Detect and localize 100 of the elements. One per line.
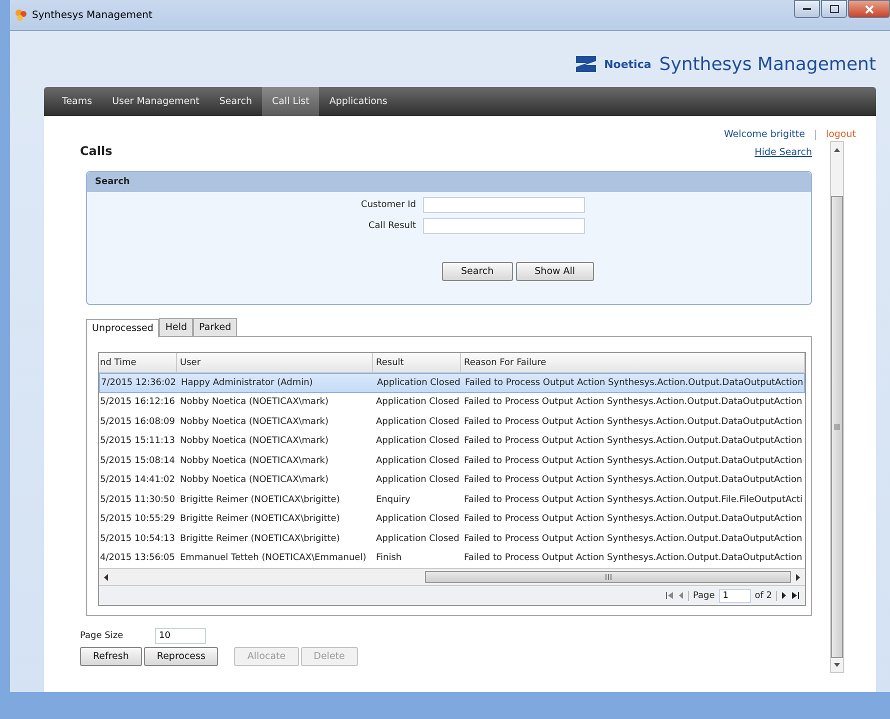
field-label: Customer Id bbox=[361, 200, 416, 210]
window-title: Synthesys Management bbox=[32, 10, 152, 20]
next-page-icon[interactable] bbox=[781, 592, 787, 599]
table-row[interactable]: 5/2015 10:54:13 Brigitte Reimer (NOETICAX\brigitte) Application Closed Failed to Process Output Action Synthesys.Action.Output.DataOutputAction bbox=[99, 529, 805, 548]
table-cell-text: Brigitte Reimer (NOETICAX\brigitte) bbox=[179, 532, 341, 546]
nav-tab[interactable]: Search bbox=[209, 87, 262, 116]
table-cell-text: 5/2015 11:30:50 bbox=[99, 494, 176, 507]
table-row[interactable]: 5/2015 10:55:29 Brigitte Reimer (NOETICAX\brigitte) Application Closed Failed to Process Output Action Synthesys.Action.Output.DataOutputAction bbox=[99, 510, 805, 529]
table-row[interactable]: 5/2015 14:41:02 Nobby Noetica (NOETICAX\mark) Application Closed Failed to Process Output Action Synthesys.Action.Output.DataOutputAction bbox=[99, 470, 805, 490]
minimize-icon bbox=[803, 8, 811, 10]
table-cell-text: Application Closed bbox=[375, 474, 460, 488]
first-page-icon[interactable] bbox=[666, 592, 674, 599]
table-row[interactable]: 5/2015 16:08:09 Nobby Noetica (NOETICAX\mark) Application Closed Failed to Process Output Action Synthesys.Action.Output.DataOutputAction bbox=[99, 412, 805, 432]
table-cell-text: Failed to Process Output Action Synthesys.Action.Output.DataOutputAction bbox=[463, 513, 804, 526]
table-cell-text: Failed to Process Output Action Synthesys.Action.Output.DataOutputAction bbox=[463, 454, 804, 468]
table-cell-text: Failed to Process Output Action Synthesys.Action.Output.DataOutputAction bbox=[463, 532, 804, 546]
table-cell-text: Application Closed bbox=[375, 396, 460, 410]
table-row[interactable]: 5/2015 15:11:13 Nobby Noetica (NOETICAX\mark) Application Closed Failed to Process Output Action Synthesys.Action.Output.DataOutputAction bbox=[99, 432, 805, 451]
nav-tab[interactable]: Teams bbox=[52, 87, 102, 116]
previous-page-icon[interactable] bbox=[678, 592, 684, 599]
welcome-text: Welcome brigitte bbox=[724, 129, 805, 140]
table-cell-text: 5/2015 16:12:16 bbox=[99, 396, 176, 410]
search-button[interactable]: Search bbox=[442, 262, 513, 281]
table-row[interactable]: 7/2015 12:36:02 Happy Administrator (Admin) Application Closed Failed to Process Output Action Synthesys.Action.Output.DataOutputAction bbox=[99, 373, 805, 392]
scroll-right-icon[interactable] bbox=[795, 574, 802, 580]
maximize-button[interactable] bbox=[821, 0, 847, 18]
scroll-left-icon[interactable] bbox=[102, 574, 109, 580]
table-cell-text: Emmanuel Tetteh (NOETICAX\Emmanuel) bbox=[179, 552, 368, 566]
table-cell-text: Failed to Process Output Action Synthesys.Action.Output.DataOutputAction bbox=[463, 474, 804, 488]
close-button[interactable] bbox=[848, 0, 890, 18]
scrollbar-thumb[interactable] bbox=[424, 571, 792, 583]
nav-tab[interactable]: Applications bbox=[319, 87, 398, 116]
table-cell-text: Failed to Process Output Action Synthesys.Action.Output.File.FileOutputActi bbox=[463, 494, 804, 507]
tab[interactable]: Unprocessed bbox=[86, 319, 160, 337]
field-label: Call Result bbox=[368, 221, 416, 231]
table-cell-text: Application Closed bbox=[376, 376, 462, 390]
table-cell-text: Nobby Noetica (NOETICAX\mark) bbox=[179, 435, 330, 448]
tab[interactable]: Parked bbox=[193, 318, 238, 336]
tab[interactable]: Held bbox=[159, 318, 194, 336]
nav-tab[interactable]: User Management bbox=[102, 87, 210, 116]
table-cell-text: Nobby Noetica (NOETICAX\mark) bbox=[179, 454, 330, 468]
table-cell-text: Finish bbox=[375, 552, 403, 566]
table-cell-text: 5/2015 16:08:09 bbox=[99, 416, 176, 429]
table-cell-text: Nobby Noetica (NOETICAX\mark) bbox=[179, 474, 330, 488]
table-cell-text: Failed to Process Output Action Synthesys.Action.Output.DataOutputAction bbox=[463, 435, 804, 448]
page-input[interactable]: 1 bbox=[718, 588, 751, 602]
table-row[interactable]: 4/2015 13:56:05 Emmanuel Tetteh (NOETICAX\Emmanuel) Finish Failed to Process Output Action Synthesys.Action.Output.DataOutputAction bbox=[99, 548, 805, 568]
input-field[interactable] bbox=[423, 197, 585, 213]
table-cell-text: Brigitte Reimer (NOETICAX\brigitte) bbox=[179, 513, 341, 526]
table-cell-text: Failed to Process Output Action Synthesys.Action.Output.DataOutputAction bbox=[463, 552, 804, 566]
app-title: Synthesys Management bbox=[659, 54, 876, 74]
nav-tab[interactable]: Call List bbox=[262, 87, 320, 116]
table-cell-text: 5/2015 15:08:14 bbox=[99, 454, 176, 468]
scroll-down-icon[interactable] bbox=[834, 661, 840, 669]
input-field[interactable] bbox=[423, 218, 585, 234]
table-cell-text: Application Closed bbox=[375, 435, 460, 448]
table-cell-text: 5/2015 10:54:13 bbox=[99, 532, 176, 546]
table-cell-text: Failed to Process Output Action Synthesys.Action.Output.DataOutputAction bbox=[463, 416, 804, 429]
minimize-button[interactable] bbox=[794, 0, 820, 18]
page-count: of 2 bbox=[754, 590, 777, 600]
table-cell-text: Application Closed bbox=[375, 513, 460, 526]
column-header[interactable]: User bbox=[177, 353, 373, 372]
table-row[interactable]: 5/2015 11:30:50 Brigitte Reimer (NOETICAX\brigitte) Enquiry Failed to Process Output Action Synthesys.Action.Output.File.FileOutputActi bbox=[99, 490, 805, 510]
table-cell-text: Application Closed bbox=[375, 416, 460, 429]
action-button[interactable]: Refresh bbox=[80, 647, 142, 666]
action-button[interactable]: Reprocess bbox=[144, 647, 218, 666]
logout-link[interactable]: logout bbox=[826, 129, 856, 140]
table-cell-text: Enquiry bbox=[375, 494, 412, 507]
close-icon bbox=[864, 4, 874, 14]
column-header[interactable]: Reason For Failure bbox=[461, 353, 805, 372]
hide-search-link[interactable]: Hide Search bbox=[754, 147, 812, 158]
maximize-icon bbox=[830, 5, 838, 13]
table-cell-text: 4/2015 13:56:05 bbox=[99, 552, 176, 566]
table-row[interactable]: 5/2015 15:08:14 Nobby Noetica (NOETICAX\mark) Application Closed Failed to Process Output Action Synthesys.Action.Output.DataOutputAction bbox=[99, 451, 805, 470]
table-cell-text: Brigitte Reimer (NOETICAX\brigitte) bbox=[179, 494, 341, 507]
page-label: Page bbox=[688, 590, 715, 600]
table-cell-text: 5/2015 15:11:13 bbox=[99, 435, 176, 448]
panel-header: Search bbox=[87, 172, 811, 192]
table-cell-text: Failed to Process Output Action Synthesys.Action.Output.DataOutputAction bbox=[463, 396, 804, 410]
search-button[interactable]: Show All bbox=[516, 262, 594, 281]
column-header[interactable]: nd Time bbox=[99, 353, 177, 372]
scrollbar-thumb[interactable] bbox=[831, 196, 843, 658]
table-cell-text: Nobby Noetica (NOETICAX\mark) bbox=[179, 396, 330, 410]
table-cell-text: Failed to Process Output Action Synthesys.Action.Output.DataOutputAction bbox=[464, 376, 804, 390]
page-size-label: Page Size bbox=[80, 631, 124, 641]
table-cell-text: Happy Administrator (Admin) bbox=[180, 376, 314, 390]
brand-logo: Noetica bbox=[604, 58, 652, 70]
page-size-input[interactable]: 10 bbox=[155, 628, 206, 644]
table-cell-text: Application Closed bbox=[375, 532, 460, 546]
table-cell-text: 5/2015 10:55:29 bbox=[99, 513, 176, 526]
table-cell-text: 5/2015 14:41:02 bbox=[99, 474, 176, 488]
table-row[interactable]: 5/2015 16:12:16 Nobby Noetica (NOETICAX\mark) Application Closed Failed to Process Output Action Synthesys.Action.Output.DataOutputAction bbox=[99, 392, 805, 412]
column-header[interactable]: Result bbox=[373, 353, 461, 372]
last-page-icon[interactable] bbox=[791, 592, 799, 599]
table-cell-text: Application Closed bbox=[375, 454, 460, 468]
scroll-up-icon[interactable] bbox=[834, 146, 840, 154]
page-title: Calls bbox=[80, 144, 112, 158]
table-cell-text: 7/2015 12:36:02 bbox=[100, 376, 177, 390]
logo-icon bbox=[576, 56, 596, 72]
table-cell-text: Nobby Noetica (NOETICAX\mark) bbox=[179, 416, 330, 429]
